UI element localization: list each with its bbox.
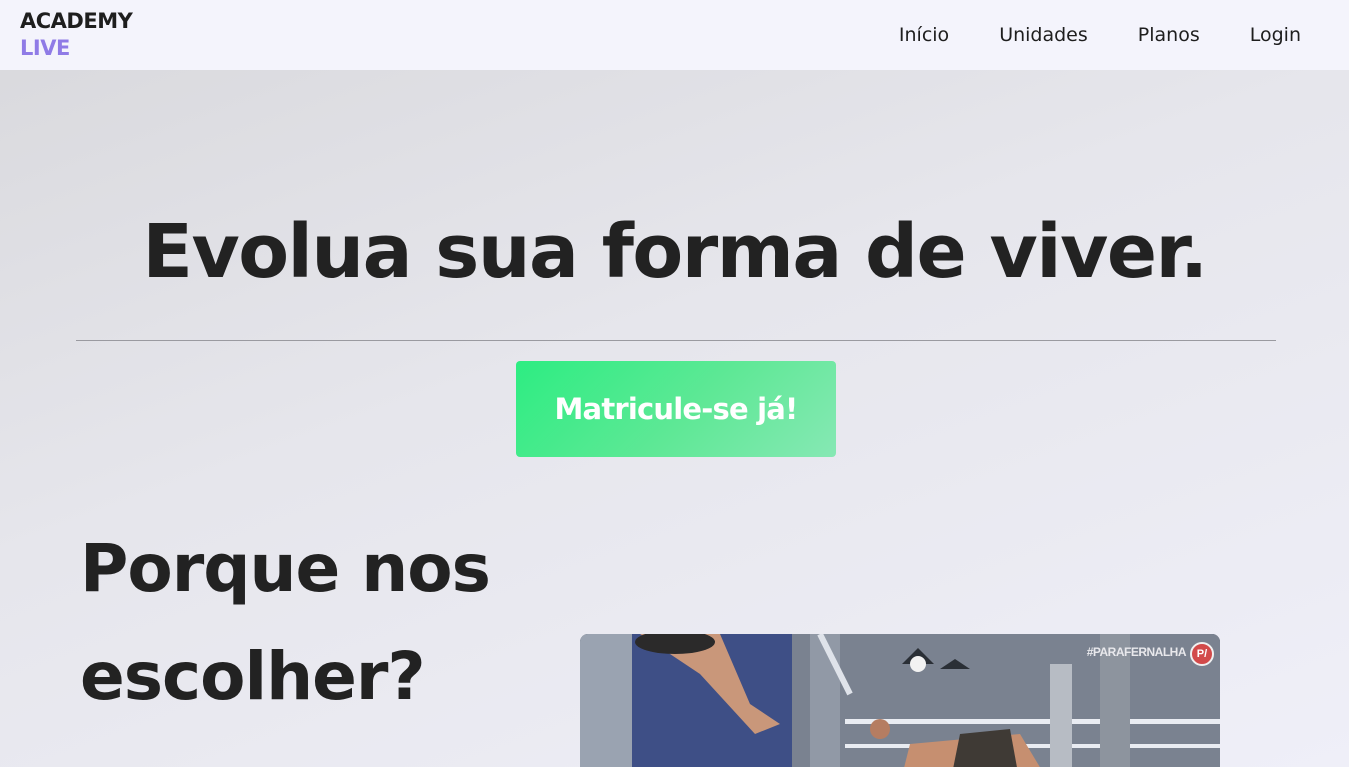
why-choose-us-title: Porque nos escolher?: [80, 530, 491, 715]
hero-divider: [76, 340, 1276, 341]
channel-logo-icon: P/: [1190, 642, 1214, 666]
nav-link-login[interactable]: Login: [1250, 24, 1301, 46]
navbar: ACADEMY LIVE Início Unidades Planos Logi…: [0, 0, 1349, 70]
logo-text-academy: ACADEMY: [20, 9, 133, 33]
nav-link-unidades[interactable]: Unidades: [999, 24, 1088, 46]
logo-text-live: LIVE: [20, 36, 70, 60]
nav-link-planos[interactable]: Planos: [1138, 24, 1200, 46]
hero-title: Evolua sua forma de viver.: [142, 209, 1208, 295]
video-watermark: #PARAFERNALHA: [1086, 645, 1187, 659]
nav-link-inicio[interactable]: Início: [899, 24, 949, 46]
brand-logo[interactable]: ACADEMY LIVE: [20, 8, 133, 62]
main-nav: Início Unidades Planos Login: [899, 24, 1301, 46]
enroll-button[interactable]: Matricule-se já!: [516, 361, 836, 457]
gym-video[interactable]: #PARAFERNALHA P/: [580, 634, 1220, 767]
